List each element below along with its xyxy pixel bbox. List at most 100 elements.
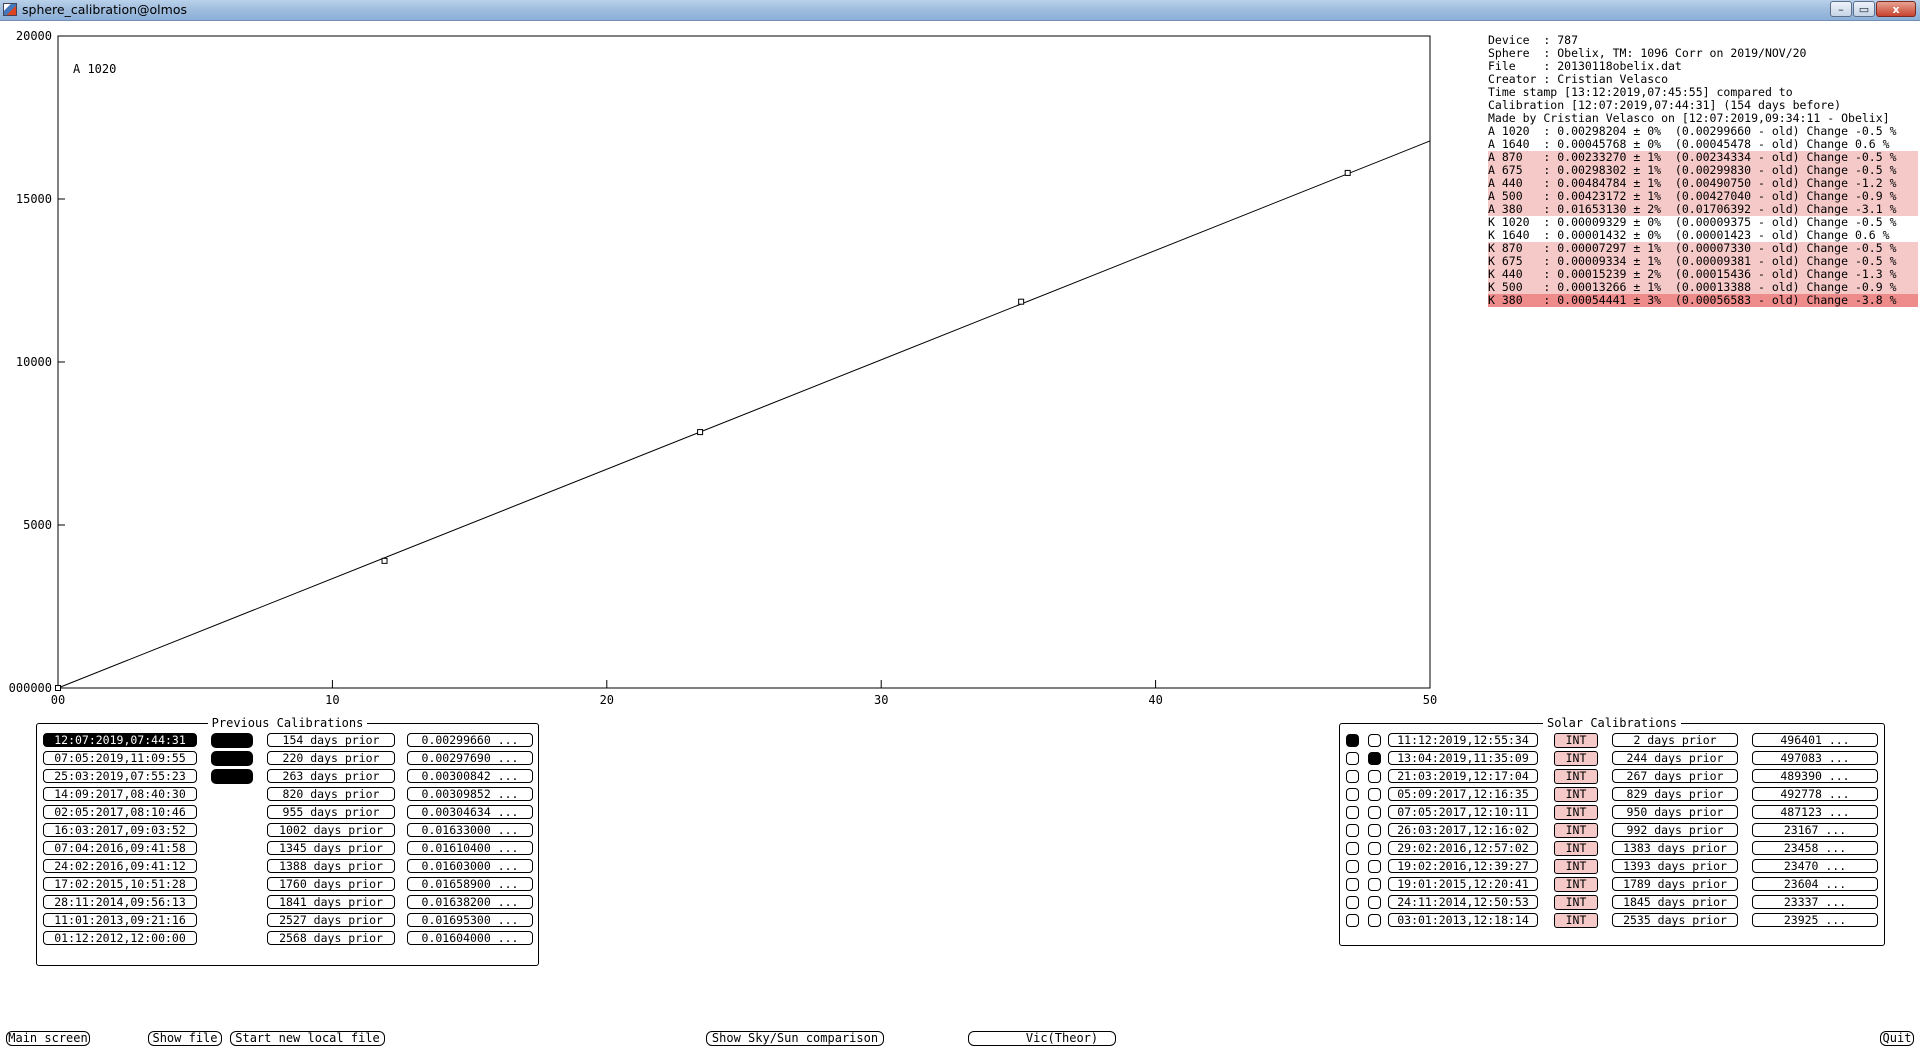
- previous-calibration-value-button[interactable]: 0.01638200 ...: [407, 895, 533, 909]
- int-button[interactable]: INT: [1554, 751, 1598, 766]
- solar-calibration-row[interactable]: 19:02:2016,12:39:27 INT 1393 days prior 234…: [1340, 858, 1880, 876]
- solar-select-checkbox[interactable]: [1346, 860, 1359, 873]
- calibration-marker[interactable]: [211, 733, 253, 748]
- previous-calibration-row[interactable]: 07:04:2016,09:41:58 1345 days prior 0.0161…: [37, 840, 537, 858]
- previous-calibration-age-button[interactable]: 1002 days prior: [267, 823, 395, 837]
- previous-calibration-row[interactable]: 01:12:2012,12:00:00 2568 days prior 0.0160…: [37, 930, 537, 948]
- solar-calibration-age-button[interactable]: 1845 days prior: [1612, 895, 1738, 909]
- solar-calibration-date-button[interactable]: 11:12:2019,12:55:34: [1388, 733, 1538, 747]
- solar-calibration-date-button[interactable]: 13:04:2019,11:35:09: [1388, 751, 1538, 765]
- solar-calibration-age-button[interactable]: 1393 days prior: [1612, 859, 1738, 873]
- solar-calibration-value-button[interactable]: 492778 ...: [1752, 787, 1878, 801]
- solar-calibration-value-button[interactable]: 23470 ...: [1752, 859, 1878, 873]
- int-button[interactable]: INT: [1554, 859, 1598, 874]
- solar-select-checkbox[interactable]: [1346, 914, 1359, 927]
- previous-calibration-age-button[interactable]: 263 days prior: [267, 769, 395, 783]
- solar-calibration-value-button[interactable]: 489390 ...: [1752, 769, 1878, 783]
- previous-calibration-value-button[interactable]: 0.01658900 ...: [407, 877, 533, 891]
- solar-select-checkbox[interactable]: [1346, 878, 1359, 891]
- solar-calibration-date-button[interactable]: 19:01:2015,12:20:41: [1388, 877, 1538, 891]
- solar-compare-checkbox[interactable]: [1368, 752, 1381, 765]
- solar-calibration-age-button[interactable]: 829 days prior: [1612, 787, 1738, 801]
- int-button[interactable]: INT: [1554, 823, 1598, 838]
- solar-calibration-age-button[interactable]: 1789 days prior: [1612, 877, 1738, 891]
- previous-calibration-date-button[interactable]: 12:07:2019,07:44:31: [43, 733, 197, 747]
- solar-compare-checkbox[interactable]: [1368, 824, 1381, 837]
- previous-calibration-age-button[interactable]: 220 days prior: [267, 751, 395, 765]
- solar-compare-checkbox[interactable]: [1368, 734, 1381, 747]
- previous-calibration-value-button[interactable]: 0.01610400 ...: [407, 841, 533, 855]
- solar-compare-checkbox[interactable]: [1368, 878, 1381, 891]
- previous-calibration-age-button[interactable]: 2527 days prior: [267, 913, 395, 927]
- previous-calibration-date-button[interactable]: 24:02:2016,09:41:12: [43, 859, 197, 873]
- previous-calibration-age-button[interactable]: 2568 days prior: [267, 931, 395, 945]
- previous-calibration-age-button[interactable]: 820 days prior: [267, 787, 395, 801]
- solar-select-checkbox[interactable]: [1346, 824, 1359, 837]
- int-button[interactable]: INT: [1554, 787, 1598, 802]
- previous-calibration-date-button[interactable]: 11:01:2013,09:21:16: [43, 913, 197, 927]
- solar-calibration-row[interactable]: 24:11:2014,12:50:53 INT 1845 days prior 233…: [1340, 894, 1880, 912]
- solar-calibration-age-button[interactable]: 267 days prior: [1612, 769, 1738, 783]
- solar-calibration-value-button[interactable]: 496401 ...: [1752, 733, 1878, 747]
- solar-select-checkbox[interactable]: [1346, 842, 1359, 855]
- solar-calibration-value-button[interactable]: 487123 ...: [1752, 805, 1878, 819]
- solar-compare-checkbox[interactable]: [1368, 770, 1381, 783]
- solar-calibration-value-button[interactable]: 23167 ...: [1752, 823, 1878, 837]
- solar-calibration-row[interactable]: 03:01:2013,12:18:14 INT 2535 days prior 239…: [1340, 912, 1880, 930]
- solar-calibration-age-button[interactable]: 1383 days prior: [1612, 841, 1738, 855]
- solar-calibration-date-button[interactable]: 29:02:2016,12:57:02: [1388, 841, 1538, 855]
- solar-compare-checkbox[interactable]: [1368, 806, 1381, 819]
- previous-calibration-row[interactable]: 25:03:2019,07:55:23 263 days prior 0.00300…: [37, 768, 537, 786]
- previous-calibration-date-button[interactable]: 25:03:2019,07:55:23: [43, 769, 197, 783]
- calibration-marker[interactable]: [211, 751, 253, 766]
- solar-select-checkbox[interactable]: [1346, 752, 1359, 765]
- int-button[interactable]: INT: [1554, 877, 1598, 892]
- previous-calibration-date-button[interactable]: 07:04:2016,09:41:58: [43, 841, 197, 855]
- solar-calibration-date-button[interactable]: 21:03:2019,12:17:04: [1388, 769, 1538, 783]
- calibration-marker[interactable]: [211, 769, 253, 784]
- solar-calibration-value-button[interactable]: 23458 ...: [1752, 841, 1878, 855]
- show-file-button[interactable]: Show file: [148, 1031, 222, 1046]
- solar-calibration-date-button[interactable]: 24:11:2014,12:50:53: [1388, 895, 1538, 909]
- solar-calibration-date-button[interactable]: 26:03:2017,12:16:02: [1388, 823, 1538, 837]
- previous-calibration-value-button[interactable]: 0.00309852 ...: [407, 787, 533, 801]
- solar-calibration-date-button[interactable]: 19:02:2016,12:39:27: [1388, 859, 1538, 873]
- solar-select-checkbox[interactable]: [1346, 770, 1359, 783]
- solar-calibration-age-button[interactable]: 244 days prior: [1612, 751, 1738, 765]
- previous-calibration-date-button[interactable]: 01:12:2012,12:00:00: [43, 931, 197, 945]
- previous-calibration-date-button[interactable]: 16:03:2017,09:03:52: [43, 823, 197, 837]
- previous-calibration-age-button[interactable]: 955 days prior: [267, 805, 395, 819]
- int-button[interactable]: INT: [1554, 841, 1598, 856]
- previous-calibration-date-button[interactable]: 17:02:2015,10:51:28: [43, 877, 197, 891]
- previous-calibration-date-button[interactable]: 28:11:2014,09:56:13: [43, 895, 197, 909]
- solar-calibration-row[interactable]: 26:03:2017,12:16:02 INT 992 days prior 2316…: [1340, 822, 1880, 840]
- solar-calibration-date-button[interactable]: 05:09:2017,12:16:35: [1388, 787, 1538, 801]
- previous-calibration-value-button[interactable]: 0.01695300 ...: [407, 913, 533, 927]
- solar-calibration-value-button[interactable]: 497083 ...: [1752, 751, 1878, 765]
- int-button[interactable]: INT: [1554, 769, 1598, 784]
- solar-select-checkbox[interactable]: [1346, 896, 1359, 909]
- solar-compare-checkbox[interactable]: [1368, 842, 1381, 855]
- start-new-local-file-button[interactable]: Start new local file: [230, 1031, 385, 1046]
- previous-calibration-row[interactable]: 28:11:2014,09:56:13 1841 days prior 0.0163…: [37, 894, 537, 912]
- vic-theor-button[interactable]: Vic(Theor): [968, 1031, 1116, 1046]
- previous-calibration-value-button[interactable]: 0.00304634 ...: [407, 805, 533, 819]
- previous-calibration-row[interactable]: 14:09:2017,08:40:30 820 days prior 0.00309…: [37, 786, 537, 804]
- solar-calibration-age-button[interactable]: 2535 days prior: [1612, 913, 1738, 927]
- previous-calibration-value-button[interactable]: 0.00299660 ...: [407, 733, 533, 747]
- solar-select-checkbox[interactable]: [1346, 788, 1359, 801]
- solar-calibration-age-button[interactable]: 950 days prior: [1612, 805, 1738, 819]
- solar-calibration-row[interactable]: 13:04:2019,11:35:09 INT 244 days prior 4970…: [1340, 750, 1880, 768]
- previous-calibration-row[interactable]: 17:02:2015,10:51:28 1760 days prior 0.0165…: [37, 876, 537, 894]
- previous-calibration-value-button[interactable]: 0.01603000 ...: [407, 859, 533, 873]
- solar-compare-checkbox[interactable]: [1368, 788, 1381, 801]
- solar-calibration-row[interactable]: 05:09:2017,12:16:35 INT 829 days prior 4927…: [1340, 786, 1880, 804]
- previous-calibration-row[interactable]: 07:05:2019,11:09:55 220 days prior 0.00297…: [37, 750, 537, 768]
- previous-calibration-value-button[interactable]: 0.01604000 ...: [407, 931, 533, 945]
- previous-calibration-date-button[interactable]: 07:05:2019,11:09:55: [43, 751, 197, 765]
- solar-calibration-date-button[interactable]: 07:05:2017,12:10:11: [1388, 805, 1538, 819]
- solar-calibration-date-button[interactable]: 03:01:2013,12:18:14: [1388, 913, 1538, 927]
- previous-calibration-age-button[interactable]: 1841 days prior: [267, 895, 395, 909]
- int-button[interactable]: INT: [1554, 913, 1598, 928]
- solar-compare-checkbox[interactable]: [1368, 914, 1381, 927]
